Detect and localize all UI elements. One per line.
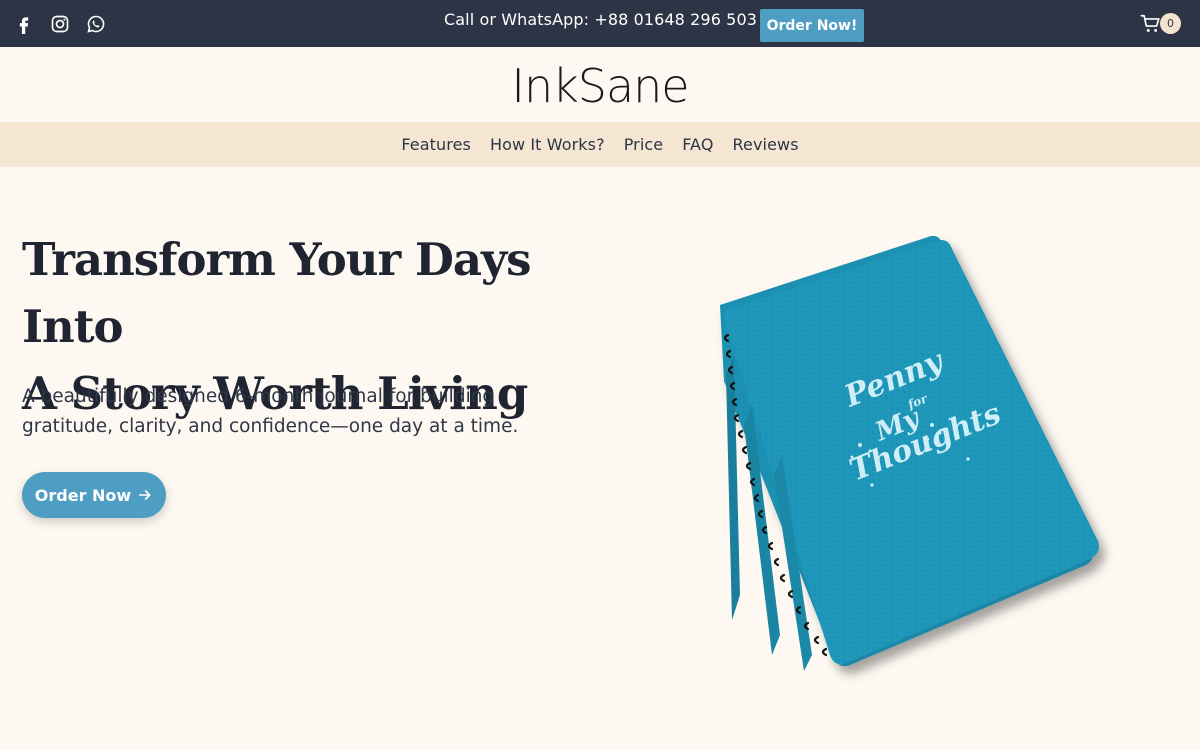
social-links: [12, 0, 108, 47]
cart-icon: [1140, 14, 1160, 32]
journal-product-image: Penny for My Thoughts: [720, 235, 1099, 671]
contact-phone: Call or WhatsApp: +88 01648 296 503: [444, 10, 758, 29]
top-bar: Call or WhatsApp: +88 01648 296 503 Orde…: [0, 0, 1200, 47]
hero-order-now-label: Order Now: [34, 485, 132, 505]
instagram-icon[interactable]: [48, 12, 72, 36]
hero-order-now-button[interactable]: Order Now: [22, 472, 166, 518]
hero-subtitle-line-1: A beautifully designed 6-month journal f…: [22, 386, 495, 407]
whatsapp-icon[interactable]: [84, 12, 108, 36]
facebook-icon[interactable]: [12, 12, 36, 36]
nav-item-faq[interactable]: FAQ: [682, 135, 713, 154]
brand-logo[interactable]: InkSane: [500, 56, 700, 116]
order-now-top-button[interactable]: Order Now!: [760, 9, 864, 42]
nav-item-reviews[interactable]: Reviews: [733, 135, 799, 154]
arrow-right-icon: [139, 490, 151, 500]
cart-count-badge: 0: [1160, 13, 1181, 34]
nav-item-features[interactable]: Features: [401, 135, 471, 154]
hero-subtitle-line-2: gratitude, clarity, and confidence—one d…: [22, 416, 519, 437]
main-nav: Features How It Works? Price FAQ Reviews: [0, 122, 1200, 167]
hero-subtitle: A beautifully designed 6-month journal f…: [22, 382, 542, 442]
cart-button[interactable]: 0: [1140, 11, 1184, 37]
nav-item-price[interactable]: Price: [624, 135, 664, 154]
nav-item-how-it-works[interactable]: How It Works?: [490, 135, 605, 154]
hero-title-line-1: Transform Your Days Into: [22, 233, 531, 353]
